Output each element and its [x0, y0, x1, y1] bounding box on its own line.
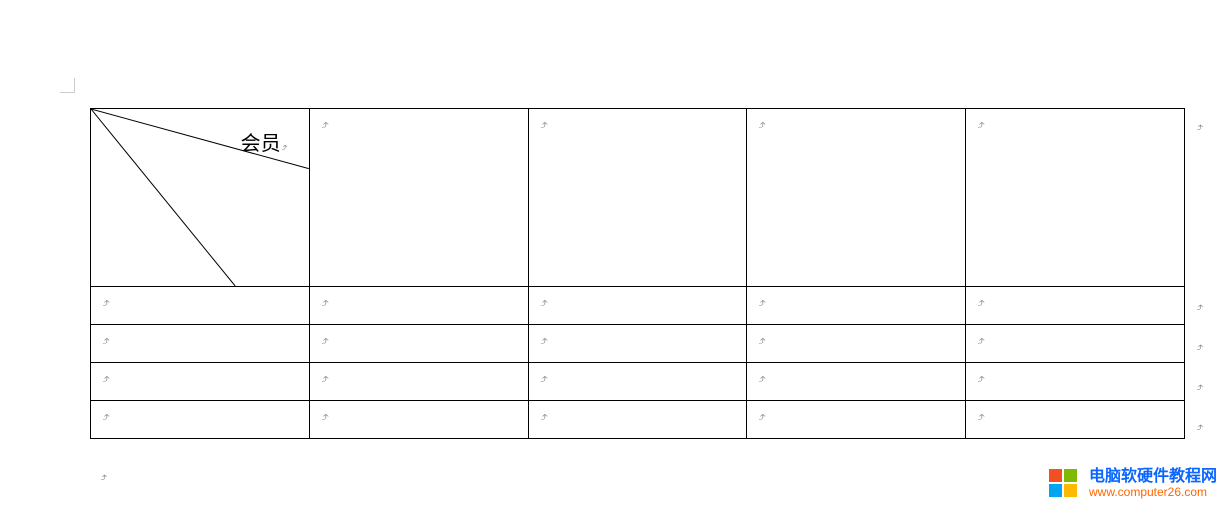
table-cell[interactable]: ⤶ [966, 287, 1185, 325]
table-cell[interactable]: ⤶ [747, 109, 966, 287]
diagonal-header-text: 会员 [241, 133, 281, 155]
table-cell[interactable]: ⤶ [528, 401, 747, 439]
paragraph-mark-icon: ⤶ [535, 299, 551, 306]
table-cell[interactable]: ⤶ [747, 287, 966, 325]
table-row: 会员⤶ ⤶ ⤶ ⤶ ⤶ [91, 109, 1185, 287]
table[interactable]: 会员⤶ ⤶ ⤶ ⤶ ⤶ ⤶ ⤶ ⤶ ⤶ ⤶ ⤶ ⤶ ⤶ ⤶ ⤶ ⤶ ⤶ ⤶ ⤶ [90, 108, 1185, 439]
watermark-logo-icon [1049, 469, 1079, 499]
table-cell[interactable]: ⤶ [966, 401, 1185, 439]
table-cell[interactable]: ⤶ [966, 363, 1185, 401]
table-cell[interactable]: ⤶ [966, 109, 1185, 287]
paragraph-mark-icon: ⤶ [316, 121, 332, 128]
row-end-mark-icon: ⤶ [1192, 384, 1207, 391]
table-cell[interactable]: ⤶ [309, 109, 528, 287]
table-cell[interactable]: ⤶ [747, 325, 966, 363]
watermark-url: www.computer26.com [1089, 486, 1217, 499]
paragraph-mark-icon: ⤶ [754, 299, 770, 306]
table-cell[interactable]: ⤶ [528, 287, 747, 325]
paragraph-mark-icon: ⤶ [754, 413, 770, 420]
row-end-mark-icon: ⤶ [1192, 304, 1207, 311]
table-cell[interactable]: ⤶ [528, 363, 747, 401]
paragraph-mark-icon: ⤶ [535, 121, 551, 128]
table-cell[interactable]: ⤶ [747, 401, 966, 439]
paragraph-mark-icon: ⤶ [973, 337, 989, 344]
table-cell[interactable]: ⤶ [309, 363, 528, 401]
paragraph-mark-icon: ⤶ [973, 121, 989, 128]
paragraph-mark-icon: ⤶ [278, 144, 291, 150]
paragraph-mark-icon: ⤶ [316, 299, 332, 306]
table-cell[interactable]: ⤶ [966, 325, 1185, 363]
paragraph-mark-icon: ⤶ [535, 337, 551, 344]
table-cell[interactable]: ⤶ [91, 287, 310, 325]
table-row: ⤶ ⤶ ⤶ ⤶ ⤶ [91, 401, 1185, 439]
paragraph-mark-icon: ⤶ [98, 299, 114, 306]
row-end-mark-icon: ⤶ [1192, 124, 1207, 131]
table-cell[interactable]: ⤶ [309, 287, 528, 325]
paragraph-mark-icon: ⤶ [98, 413, 114, 420]
row-end-mark-icon: ⤶ [1192, 424, 1207, 431]
table-cell[interactable]: ⤶ [91, 363, 310, 401]
paragraph-mark-icon: ⤶ [754, 375, 770, 382]
watermark-title: 电脑软硬件教程网 [1089, 468, 1217, 486]
diagonal-header-cell[interactable]: 会员⤶ [91, 109, 310, 287]
table-cell[interactable]: ⤶ [528, 325, 747, 363]
paragraph-mark-icon: ⤶ [535, 375, 551, 382]
table-cell[interactable]: ⤶ [91, 401, 310, 439]
paragraph-mark-icon: ⤶ [535, 413, 551, 420]
paragraph-mark-icon: ⤶ [316, 413, 332, 420]
paragraph-mark-icon: ⤶ [316, 375, 332, 382]
watermark: 电脑软硬件教程网 www.computer26.com [1049, 468, 1217, 499]
table-row: ⤶ ⤶ ⤶ ⤶ ⤶ [91, 325, 1185, 363]
paragraph-mark-icon: ⤶ [973, 299, 989, 306]
table-cell[interactable]: ⤶ [91, 325, 310, 363]
table-cell[interactable]: ⤶ [747, 363, 966, 401]
paragraph-mark-icon: ⤶ [973, 375, 989, 382]
table-cell[interactable]: ⤶ [309, 401, 528, 439]
watermark-text: 电脑软硬件教程网 www.computer26.com [1089, 468, 1217, 499]
paragraph-mark-icon: ⤶ [98, 337, 114, 344]
table-cell[interactable]: ⤶ [309, 325, 528, 363]
row-end-mark-icon: ⤶ [1192, 344, 1207, 351]
table-cell[interactable]: ⤶ [528, 109, 747, 287]
margin-corner-top-left [60, 78, 75, 93]
paragraph-mark-icon: ⤶ [98, 375, 114, 382]
paragraph-mark-icon: ⤶ [973, 413, 989, 420]
diagonal-header-label-top: 会员⤶ [241, 127, 289, 156]
table-row: ⤶ ⤶ ⤶ ⤶ ⤶ [91, 363, 1185, 401]
paragraph-mark-icon: ⤶ [316, 337, 332, 344]
table-row: ⤶ ⤶ ⤶ ⤶ ⤶ [91, 287, 1185, 325]
paragraph-mark-icon: ⤶ [754, 121, 770, 128]
document-table: 会员⤶ ⤶ ⤶ ⤶ ⤶ ⤶ ⤶ ⤶ ⤶ ⤶ ⤶ ⤶ ⤶ ⤶ ⤶ ⤶ ⤶ ⤶ ⤶ [90, 108, 1185, 439]
paragraph-mark-icon: ⤶ [754, 337, 770, 344]
paragraph-mark-icon: ⤶ [96, 474, 111, 481]
